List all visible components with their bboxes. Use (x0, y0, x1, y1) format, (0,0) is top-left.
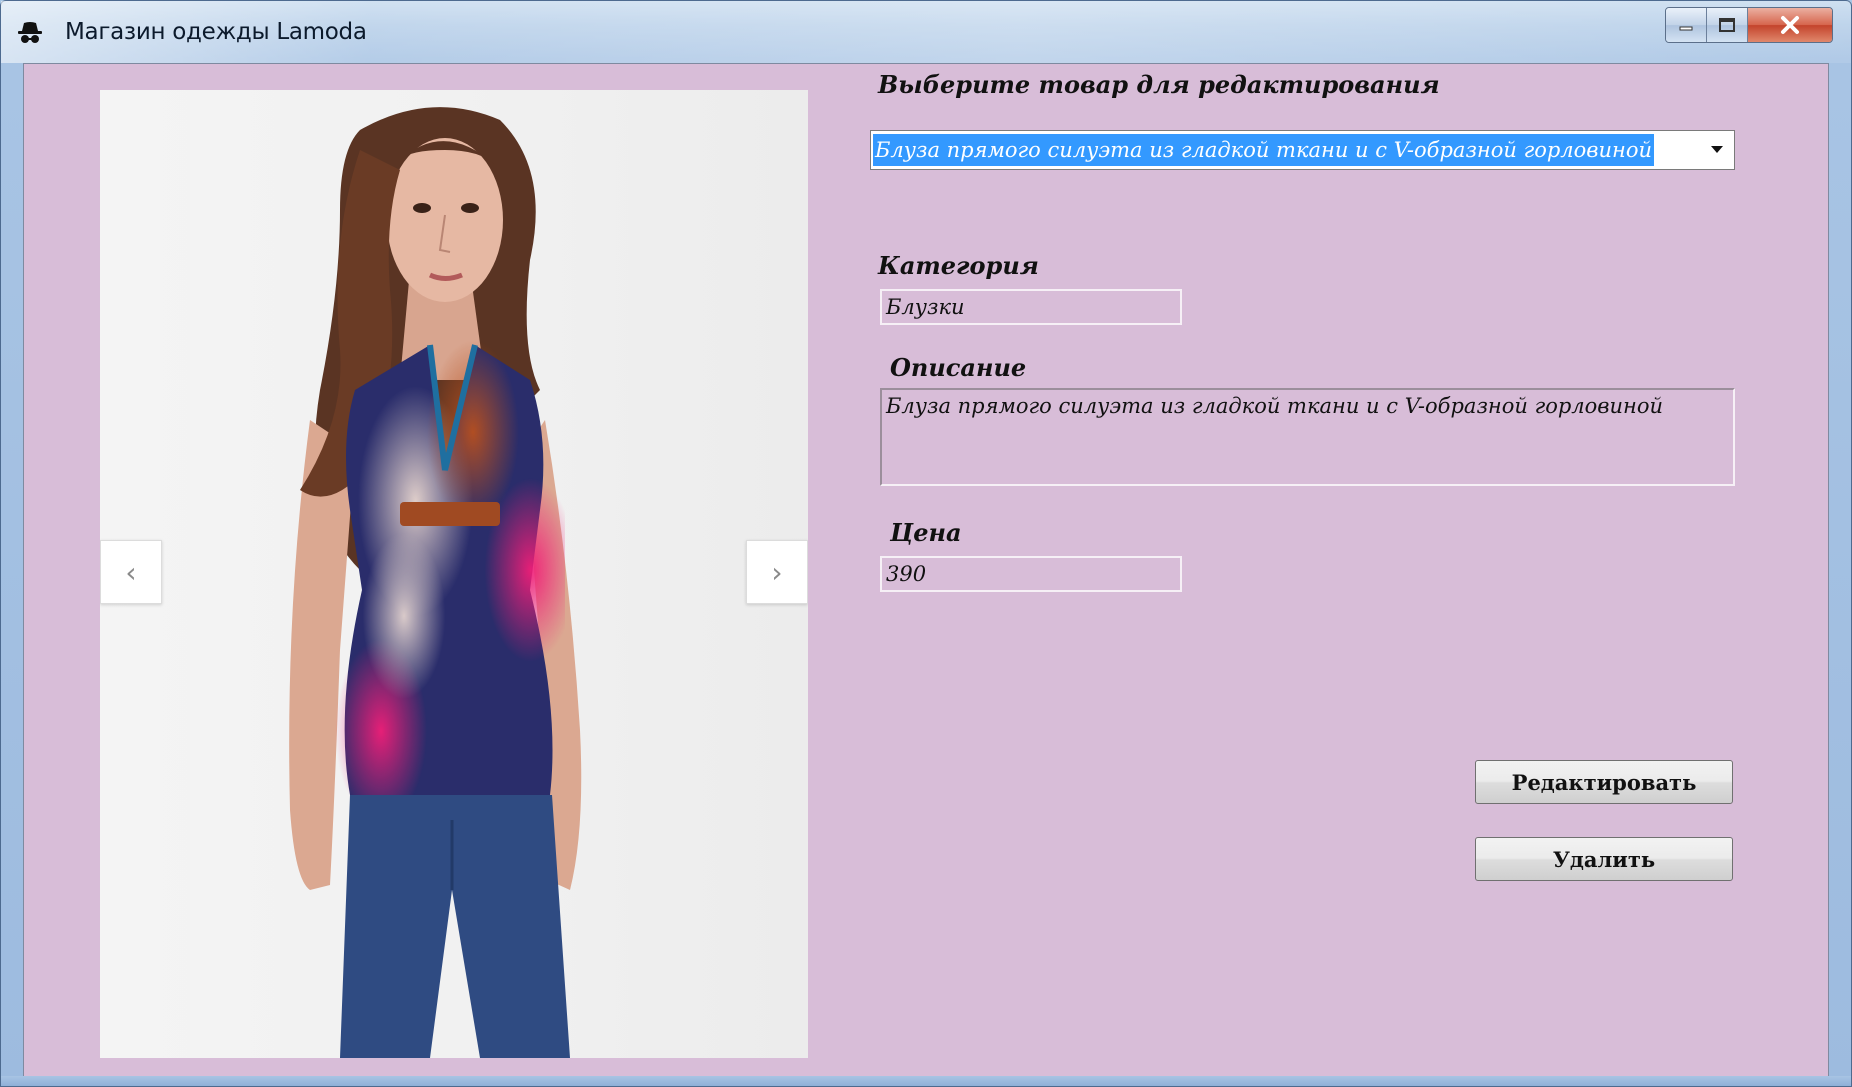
spy-hat-icon (18, 22, 42, 43)
category-label: Категория (878, 251, 1039, 280)
dropdown-arrow-icon[interactable] (1706, 139, 1728, 161)
price-field[interactable]: 390 (880, 556, 1182, 592)
product-photo: ‹ › (100, 90, 808, 1058)
next-image-button[interactable]: › (746, 540, 808, 604)
close-icon (1781, 16, 1799, 34)
prev-image-button[interactable]: ‹ (100, 540, 162, 604)
minimize-button[interactable] (1666, 8, 1707, 42)
close-button[interactable] (1748, 8, 1832, 42)
title-bar[interactable]: Магазин одежды Lamoda (1, 1, 1851, 63)
form-client-area: ‹ › Выберите товар для редактирования Бл… (23, 63, 1829, 1078)
product-select-value: Блуза прямого силуэта из гладкой ткани и… (873, 134, 1655, 166)
window-controls (1665, 7, 1833, 43)
maximize-button[interactable] (1707, 8, 1748, 42)
product-select[interactable]: Блуза прямого силуэта из гладкой ткани и… (870, 130, 1735, 170)
edit-button[interactable]: Редактировать (1475, 760, 1733, 804)
price-label: Цена (890, 518, 962, 547)
category-field[interactable]: Блузки (880, 289, 1182, 325)
window-title: Магазин одежды Lamoda (65, 19, 367, 45)
window-bottom-border (1, 1076, 1851, 1086)
model-blouse-image (289, 107, 582, 1058)
minimize-icon (1679, 26, 1693, 31)
selector-label: Выберите товар для редактирования (878, 70, 1440, 99)
description-label: Описание (890, 353, 1027, 382)
delete-button[interactable]: Удалить (1475, 837, 1733, 881)
description-field[interactable]: Блуза прямого силуэта из гладкой ткани и… (880, 388, 1735, 486)
maximize-icon (1719, 18, 1735, 32)
app-window: Магазин одежды Lamoda ‹ › Выберите товар… (0, 0, 1852, 1087)
